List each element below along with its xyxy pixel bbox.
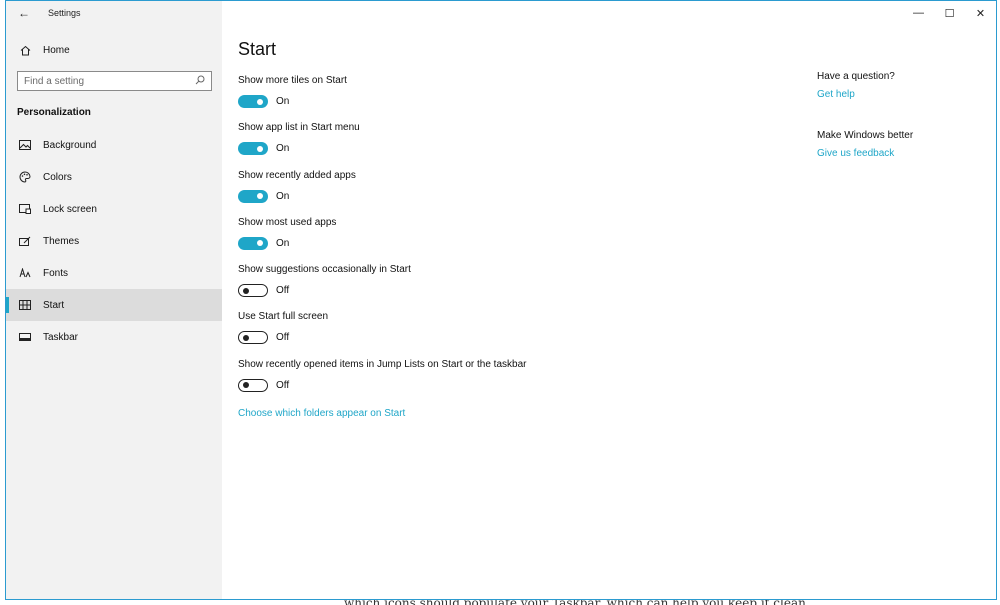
setting-label: Show suggestions occasionally in Start bbox=[238, 264, 411, 276]
toggle-state: Off bbox=[276, 332, 290, 344]
sidebar-item-colors[interactable]: Colors bbox=[6, 161, 222, 193]
toggle-switch[interactable] bbox=[238, 142, 268, 156]
sidebar-item-label: Fonts bbox=[43, 267, 69, 279]
sidebar-item-themes[interactable]: Themes bbox=[6, 225, 222, 257]
maximize-button[interactable]: ☐ bbox=[934, 1, 965, 25]
sidebar-item-taskbar[interactable]: Taskbar bbox=[6, 321, 222, 353]
close-button[interactable]: ✕ bbox=[965, 1, 996, 25]
sidebar-item-lock-screen[interactable]: Lock screen bbox=[6, 193, 222, 225]
home-icon bbox=[17, 45, 33, 56]
themes-icon bbox=[17, 236, 33, 246]
setting-app-list: Show app list in Start menu On bbox=[238, 122, 798, 169]
feedback-link[interactable]: Give us feedback bbox=[817, 148, 996, 159]
search-box[interactable] bbox=[17, 71, 212, 91]
sidebar-item-start[interactable]: Start bbox=[6, 289, 222, 321]
section-heading: Personalization bbox=[17, 107, 91, 118]
choose-folders-link[interactable]: Choose which folders appear on Start bbox=[238, 408, 405, 419]
sidebar-item-fonts[interactable]: Fonts bbox=[6, 257, 222, 289]
minimize-button[interactable]: — bbox=[903, 1, 934, 25]
toggle-state: On bbox=[276, 237, 290, 249]
sidebar-item-background[interactable]: Background bbox=[6, 129, 222, 161]
lock-screen-icon bbox=[17, 204, 33, 214]
sidebar: ← Settings Home Personalization Backgrou… bbox=[6, 1, 222, 599]
get-help-link[interactable]: Get help bbox=[817, 89, 996, 100]
settings-window: ← Settings Home Personalization Backgrou… bbox=[5, 0, 997, 600]
palette-icon bbox=[17, 171, 33, 183]
title-bar: ← Settings bbox=[6, 1, 222, 25]
feedback-heading: Make Windows better bbox=[817, 130, 914, 141]
setting-label: Show more tiles on Start bbox=[238, 75, 347, 86]
setting-more-tiles: Show more tiles on Start On bbox=[238, 75, 798, 122]
sidebar-item-label: Colors bbox=[43, 171, 72, 183]
setting-suggestions: Show suggestions occasionally in Start O… bbox=[238, 264, 798, 311]
toggle-state: On bbox=[276, 190, 290, 202]
help-panel: Have a question? Get help Make Windows b… bbox=[817, 71, 996, 159]
setting-full-screen: Use Start full screen Off bbox=[238, 311, 798, 358]
setting-label: Show app list in Start menu bbox=[238, 122, 360, 134]
personalization-nav: Background Colors Lock screen Themes Fon… bbox=[6, 129, 222, 353]
search-input[interactable] bbox=[24, 75, 184, 87]
window-controls: — ☐ ✕ bbox=[903, 1, 996, 25]
toggle-switch[interactable] bbox=[238, 378, 268, 392]
page-title: Start bbox=[238, 39, 277, 59]
toggle-state: Off bbox=[276, 379, 290, 391]
fonts-icon bbox=[17, 268, 33, 278]
toggle-state: On bbox=[276, 143, 290, 155]
main-content: — ☐ ✕ Start Show more tiles on Start On … bbox=[222, 1, 996, 599]
sidebar-item-label: Lock screen bbox=[43, 203, 97, 215]
toggle-state: Off bbox=[276, 285, 290, 297]
setting-label: Show recently opened items in Jump Lists… bbox=[238, 358, 527, 370]
search-icon[interactable] bbox=[195, 75, 205, 88]
setting-most-used: Show most used apps On bbox=[238, 217, 798, 264]
toggle-switch[interactable] bbox=[238, 95, 268, 108]
settings-list: Show more tiles on Start On Show app lis… bbox=[238, 75, 798, 406]
toggle-switch[interactable] bbox=[238, 236, 268, 250]
image-icon bbox=[17, 140, 33, 150]
setting-label: Show most used apps bbox=[238, 216, 337, 228]
setting-label: Show recently added apps bbox=[238, 169, 356, 181]
setting-recently-added: Show recently added apps On bbox=[238, 170, 798, 217]
toggle-switch[interactable] bbox=[238, 189, 268, 203]
sidebar-item-label: Start bbox=[43, 299, 65, 311]
setting-jump-lists: Show recently opened items in Jump Lists… bbox=[238, 359, 798, 406]
taskbar-icon bbox=[17, 332, 33, 342]
sidebar-item-label: Background bbox=[43, 139, 97, 151]
home-nav-item[interactable]: Home bbox=[6, 39, 222, 61]
toggle-state: On bbox=[276, 96, 290, 107]
question-heading: Have a question? bbox=[817, 71, 895, 82]
toggle-switch[interactable] bbox=[238, 284, 268, 298]
app-title: Settings bbox=[48, 8, 81, 18]
home-label: Home bbox=[43, 44, 70, 56]
toggle-switch[interactable] bbox=[238, 331, 268, 345]
start-icon bbox=[17, 300, 33, 310]
sidebar-item-label: Themes bbox=[43, 235, 80, 247]
sidebar-item-label: Taskbar bbox=[43, 331, 79, 343]
back-button[interactable]: ← bbox=[10, 1, 38, 25]
setting-label: Use Start full screen bbox=[238, 311, 329, 323]
